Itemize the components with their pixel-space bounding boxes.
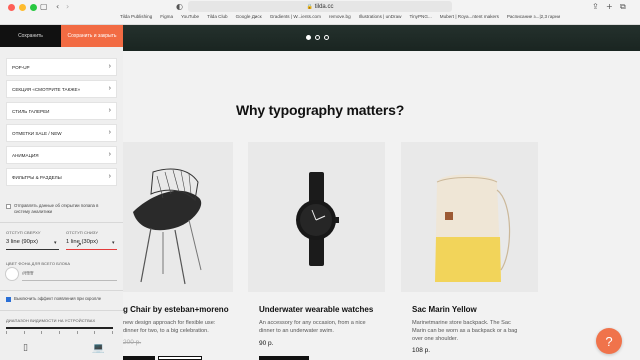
details-button[interactable] bbox=[158, 356, 202, 360]
browser-toolbar: ▢ ‹ › ◐ 🔒 tilda.cc ⇪ + ⧉ Tilda Publishin… bbox=[0, 0, 640, 25]
bg-color-label: ЦВЕТ ФОНА ДЛЯ ВСЕГО БЛОКА bbox=[6, 261, 71, 266]
chevron-right-icon: › bbox=[108, 173, 111, 180]
bookmark-item[interactable]: YouTube bbox=[181, 14, 199, 19]
share-icon[interactable]: ⇪ bbox=[592, 2, 599, 12]
scroll-effect-checkbox-row[interactable]: Выключить эффект появления при скролле bbox=[6, 296, 116, 302]
mobile-device-icon[interactable]: ▯ bbox=[23, 343, 28, 353]
minimize-window-button[interactable] bbox=[19, 4, 26, 11]
close-window-button[interactable] bbox=[8, 4, 15, 11]
question-icon: ? bbox=[605, 333, 613, 349]
section-label: СТИЛЬ ГАЛЕРЕИ bbox=[12, 108, 50, 114]
section-see-also[interactable]: СЕКЦИЯ «СМОТРИТЕ ТАКЖЕ» › bbox=[6, 80, 117, 98]
padding-bottom-select[interactable]: 1 line (30px) bbox=[66, 239, 98, 245]
range-ticks bbox=[6, 331, 113, 334]
bg-color-swatch[interactable] bbox=[5, 267, 19, 281]
section-gallery-style[interactable]: СТИЛЬ ГАЛЕРЕИ › bbox=[6, 102, 117, 120]
chevron-down-icon: ▾ bbox=[54, 240, 57, 246]
product-title[interactable]: g Chair by esteban+moreno bbox=[123, 305, 229, 314]
divider bbox=[0, 290, 123, 291]
padding-top-select[interactable]: 3 line (90px) bbox=[6, 239, 38, 245]
checkbox-label: Выключить эффект появления при скролле bbox=[14, 296, 102, 301]
product-price: 200 р. bbox=[123, 339, 142, 346]
forward-icon[interactable]: › bbox=[66, 2, 69, 12]
chevron-right-icon: › bbox=[108, 85, 111, 92]
bookmark-item[interactable]: Gradients | W...ients.com bbox=[270, 14, 321, 19]
bookmark-item[interactable]: Tilda Publishing bbox=[120, 14, 152, 19]
help-button[interactable]: ? bbox=[596, 328, 622, 354]
section-label: АНИМАЦИЯ bbox=[12, 152, 39, 158]
buy-button[interactable] bbox=[123, 356, 155, 360]
buy-button[interactable] bbox=[259, 356, 309, 360]
chevron-down-icon: ▾ bbox=[112, 240, 115, 246]
slider-dot[interactable] bbox=[306, 35, 311, 40]
divider bbox=[0, 310, 123, 311]
slider-dot[interactable] bbox=[315, 35, 320, 40]
section-label: ОТМЕТКИ SALE / NEW bbox=[12, 130, 62, 136]
mouse-cursor-icon: ➚ bbox=[76, 242, 82, 249]
checkbox-label: Отправлять данные об открытии попапа в с… bbox=[14, 203, 99, 214]
chevron-right-icon: › bbox=[108, 151, 111, 158]
section-animation[interactable]: АНИМАЦИЯ › bbox=[6, 146, 117, 164]
visibility-range-slider[interactable] bbox=[6, 327, 113, 329]
product-price: 90 р. bbox=[259, 340, 274, 347]
bookmark-item[interactable]: Google Диск bbox=[236, 14, 262, 19]
divider bbox=[0, 222, 123, 223]
bookmark-item[interactable]: TinyPNG... bbox=[409, 14, 431, 19]
section-sale-marks[interactable]: ОТМЕТКИ SALE / NEW › bbox=[6, 124, 117, 142]
section-label: СЕКЦИЯ «СМОТРИТЕ ТАКЖЕ» bbox=[12, 86, 81, 92]
back-icon[interactable]: ‹ bbox=[56, 2, 59, 12]
product-price: 108 р. bbox=[412, 347, 431, 354]
section-label: POP-UP bbox=[12, 64, 30, 70]
laptop-device-icon[interactable]: 💻 bbox=[92, 343, 104, 354]
section-popup[interactable]: POP-UP › bbox=[6, 58, 117, 76]
save-and-close-button[interactable]: Сохранить и закрыть bbox=[61, 25, 123, 47]
privacy-shield-icon[interactable]: ◐ bbox=[176, 2, 183, 12]
address-bar[interactable]: 🔒 tilda.cc bbox=[188, 1, 452, 12]
visibility-range-label: ДИАПАЗОН ВИДИМОСТИ НА УСТРОЙСТВАХ bbox=[6, 318, 96, 323]
product-description: An accessory for any occasion, from a ni… bbox=[259, 320, 366, 334]
padding-top-label: ОТСТУП СВЕРХУ bbox=[6, 230, 41, 235]
save-button[interactable]: Сохранить bbox=[0, 25, 61, 47]
tab-overview-icon[interactable]: ⧉ bbox=[620, 2, 626, 12]
analytics-checkbox-row[interactable]: Отправлять данные об открытии попапа в с… bbox=[6, 203, 114, 215]
chevron-right-icon: › bbox=[108, 63, 111, 70]
bookmark-item[interactable]: Tilda Club bbox=[207, 14, 228, 19]
bookmark-item[interactable]: Расписание з...|2,3 гарни bbox=[507, 14, 560, 19]
bookmark-item[interactable]: remove.bg bbox=[329, 14, 351, 19]
section-filters[interactable]: ФИЛЬТРЫ & РАЗДЕЛЫ › bbox=[6, 168, 117, 186]
slider-pagination bbox=[306, 35, 329, 40]
chevron-right-icon: › bbox=[108, 107, 111, 114]
chevron-right-icon: › bbox=[108, 129, 111, 136]
product-image-chair[interactable] bbox=[123, 142, 233, 292]
product-description: Marinetmarine store backpack. The Sac Ma… bbox=[412, 320, 518, 342]
analytics-checkbox[interactable] bbox=[6, 204, 11, 209]
bookmark-item[interactable]: Mubert | Roya...ntent makers bbox=[440, 14, 499, 19]
sidebar-toggle-icon[interactable]: ▢ bbox=[40, 2, 48, 12]
bg-color-underline bbox=[22, 280, 117, 281]
bg-color-input[interactable]: #ffffff bbox=[22, 271, 34, 277]
bookmark-item[interactable]: Illustrations | unDraw bbox=[359, 14, 402, 19]
product-description: new design approach for flexible use: di… bbox=[123, 320, 216, 334]
bookmark-item[interactable]: Figma bbox=[160, 14, 173, 19]
padding-bottom-label: ОТСТУП СНИЗУ bbox=[66, 230, 99, 235]
bookmarks-bar: Tilda Publishing Figma YouTube Tilda Clu… bbox=[120, 14, 568, 19]
window-controls bbox=[8, 4, 37, 11]
product-image-bag[interactable] bbox=[401, 142, 538, 292]
product-title[interactable]: Underwater wearable watches bbox=[259, 305, 373, 314]
url-text: tilda.cc bbox=[314, 3, 334, 10]
section-label: ФИЛЬТРЫ & РАЗДЕЛЫ bbox=[12, 174, 62, 180]
padding-bottom-underline bbox=[66, 249, 117, 250]
padding-top-underline bbox=[6, 249, 59, 250]
product-title[interactable]: Sac Marin Yellow bbox=[412, 305, 477, 314]
scroll-effect-checkbox[interactable] bbox=[6, 297, 11, 302]
maximize-window-button[interactable] bbox=[30, 4, 37, 11]
slider-dot[interactable] bbox=[324, 35, 329, 40]
new-tab-icon[interactable]: + bbox=[606, 2, 613, 12]
lock-icon: 🔒 bbox=[306, 3, 313, 10]
product-image-watch[interactable] bbox=[248, 142, 385, 292]
